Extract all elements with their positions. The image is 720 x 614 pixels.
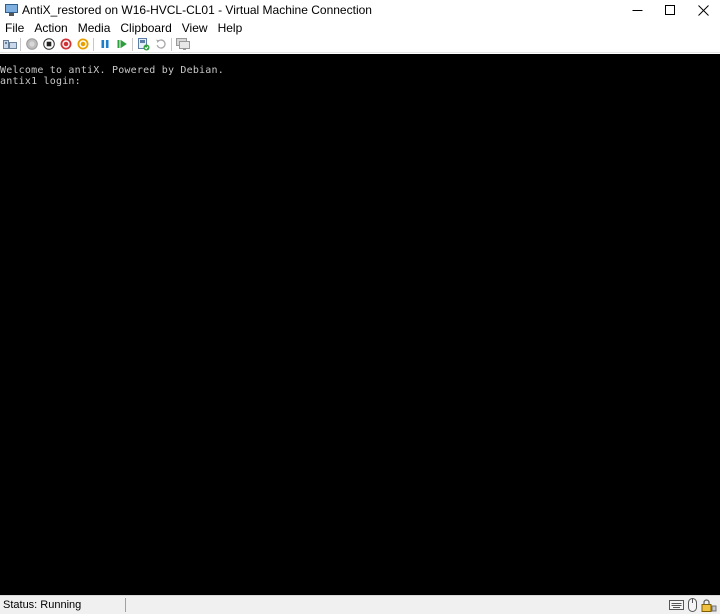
window-title: AntiX_restored on W16-HVCL-CL01 - Virtua… — [22, 3, 372, 17]
resume-icon — [117, 39, 127, 49]
menu-help[interactable]: Help — [213, 20, 248, 36]
maximize-button[interactable] — [654, 0, 687, 20]
revert-icon — [155, 39, 166, 49]
vm-status-text: Status: Running — [0, 598, 126, 612]
toolbar-separator — [171, 37, 172, 51]
save-state-icon — [77, 38, 88, 50]
turn-off-icon — [42, 38, 55, 50]
save-state-button[interactable] — [74, 37, 91, 52]
menu-action[interactable]: Action — [29, 20, 72, 36]
enhanced-session-button[interactable] — [174, 37, 191, 52]
minimize-button[interactable] — [621, 0, 654, 20]
shut-down-button[interactable] — [57, 37, 74, 52]
mouse-icon — [688, 598, 697, 612]
turn-off-button[interactable] — [40, 37, 57, 52]
ctrl-alt-del-button[interactable] — [1, 37, 18, 52]
toolbar — [0, 36, 720, 53]
vm-connection-app-icon — [5, 4, 18, 16]
console-login-prompt: antix1 login: — [0, 76, 81, 87]
menu-media[interactable]: Media — [73, 20, 116, 36]
title-bar: AntiX_restored on W16-HVCL-CL01 - Virtua… — [0, 0, 720, 20]
menu-clipboard[interactable]: Clipboard — [115, 20, 176, 36]
pause-icon — [101, 40, 108, 48]
ctrl-alt-del-icon — [2, 40, 17, 49]
enhanced-session-icon — [175, 38, 190, 50]
menu-view[interactable]: View — [177, 20, 213, 36]
close-button[interactable] — [687, 0, 720, 20]
resume-button[interactable] — [113, 37, 130, 52]
revert-button[interactable] — [152, 37, 169, 52]
shut-down-icon — [60, 38, 71, 50]
toolbar-separator — [20, 37, 21, 51]
console-welcome-line: Welcome to antiX. Powered by Debian. — [0, 65, 224, 76]
vm-console-screen[interactable]: Welcome to antiX. Powered by Debian. ant… — [0, 54, 720, 595]
pause-button[interactable] — [96, 37, 113, 52]
keyboard-icon — [669, 600, 684, 610]
menu-bar: File Action Media Clipboard View Help — [0, 20, 720, 36]
lock-icon — [701, 598, 717, 612]
toolbar-separator — [132, 37, 133, 51]
menu-file[interactable]: File — [0, 20, 29, 36]
toolbar-separator — [93, 37, 94, 51]
minimize-icon — [632, 9, 643, 11]
maximize-icon — [665, 4, 675, 15]
start-icon — [25, 38, 38, 50]
checkpoint-icon — [138, 37, 150, 50]
start-button[interactable] — [23, 37, 40, 52]
checkpoint-button[interactable] — [135, 37, 152, 52]
close-icon — [698, 4, 709, 16]
status-bar: Status: Running — [0, 595, 720, 614]
